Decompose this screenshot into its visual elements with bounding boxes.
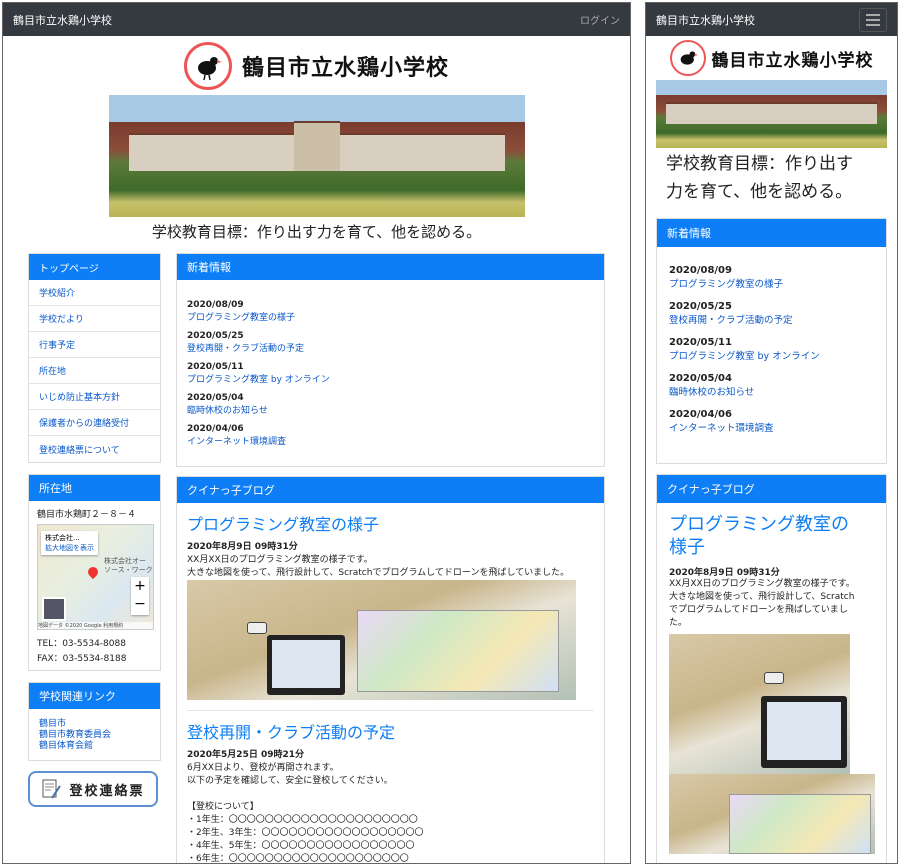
tel: TEL：03-5534-8088 (37, 639, 126, 649)
login-link[interactable]: ログイン (580, 12, 620, 27)
attendance-form-label: 登校連絡票 (69, 783, 145, 799)
news-item: 2020/05/04 臨時休校のお知らせ (669, 373, 755, 398)
location-title: 所在地 (29, 475, 160, 501)
news-item: 2020/05/25 登校再開・クラブ活動の予定 (187, 331, 305, 354)
post-body: XX月XX日のプログラミング教室の様子です。 大きな地図を使って、飛行設計して、… (669, 579, 855, 628)
form-pencil-icon (42, 779, 62, 799)
news-item: 2020/08/09 プログラミング教室の様子 (669, 265, 784, 290)
link-gym[interactable]: 鶴目体育会館 (39, 741, 150, 752)
bird-logo-icon (669, 40, 706, 76)
post-body: 大きな地図を使って、飛行設計して、Scratchでプログラムしてドローンを飛ばし… (187, 568, 570, 578)
site-logo[interactable]: 鶴目市立水鶏小学校 (3, 41, 630, 91)
nav-card: トップページ 学校紹介 学校だより 行事予定 所在地 いじめ防止基本方針 保護者… (28, 253, 161, 463)
site-logo[interactable]: 鶴目市立水鶏小学校 (646, 40, 897, 76)
post-title[interactable]: 登校再開・クラブ活動の予定 (187, 719, 594, 743)
google-map[interactable]: 株式会社... 拡大地図を表示 株式会社オー ソース・ワーク + − 地図データ … (37, 524, 154, 630)
news-card: 新着情報 2020/08/09 プログラミング教室の様子 2020/05/25 登校… (656, 218, 887, 464)
map-zoom-controls: + − (131, 577, 149, 615)
desktop-view: 鶴目市立水鶏小学校 ログイン 鶴目市立水鶏小学校 学校教育目標：作り出す力を育て… (2, 2, 631, 864)
news-list: 2020/08/09 プログラミング教室の様子 2020/05/25 登校再開・クラ… (657, 247, 886, 445)
navbar: 鶴目市立水鶏小学校 ログイン (3, 3, 630, 36)
links-card: 学校関連リンク 鶴目市 鶴目市教育委員会 鶴目体育会館 (28, 682, 161, 761)
location-card: 所在地 鶴目市水鶏町２－８－４ 株式会社... 拡大地図を表示 株式会社オー ソー… (28, 474, 161, 671)
blog-card: クイナっ子ブログ プログラミング教室の様子 2020年8月9日 09時31分 X… (176, 476, 605, 864)
fax: FAX：03-5534-8188 (37, 654, 127, 664)
attendance-form-button[interactable]: 登校連絡票 (28, 771, 158, 807)
map-popup-title: 株式会社... (45, 534, 80, 542)
post-line: ・6年生：〇〇〇〇〇〇〇〇〇〇〇〇〇〇〇〇〇〇〇〇 (187, 854, 409, 864)
post-line: ・4年生、5年生：〇〇〇〇〇〇〇〇〇〇〇〇〇〇〇〇〇 (187, 841, 415, 851)
post-body: 以下の予定を確認して、安全に登校してください。 (187, 776, 393, 786)
news-list: 2020/08/09 プログラミング教室の様子 2020/05/25 登校再開・クラ… (177, 280, 604, 455)
nav-item-events[interactable]: 行事予定 (29, 332, 160, 358)
post-date: 2020年8月9日 09時31分 (187, 542, 298, 552)
nav-item-school-intro[interactable]: 学校紹介 (29, 280, 160, 306)
map-credit: 地図データ ©2020 Google 利用規約 (38, 622, 153, 629)
site-name[interactable]: 鶴目市立水鶏小学校 (656, 12, 755, 28)
post-body: XX月XX日のプログラミング教室の様子です。 (187, 555, 373, 565)
post-line: ・1年生：〇〇〇〇〇〇〇〇〇〇〇〇〇〇〇〇〇〇〇〇〇 (187, 815, 418, 825)
news-item: 2020/04/06 インターネット環境調査 (669, 409, 774, 434)
post-date: 2020年5月25日 09時21分 (187, 750, 305, 760)
school-photo (108, 95, 525, 217)
bird-logo-icon (183, 42, 232, 90)
nav-item-location[interactable]: 所在地 (29, 358, 160, 384)
link-board-of-education[interactable]: 鶴目市教育委員会 (39, 730, 150, 741)
school-goal: 学校教育目標：作り出す 力を育て、他を認める。 (666, 154, 853, 202)
post-title[interactable]: プログラミング教室の 様子 (669, 513, 874, 559)
programming-class-photo (669, 774, 875, 854)
map-satellite-toggle[interactable] (42, 597, 66, 621)
menu-toggle-icon[interactable] (859, 7, 887, 32)
navbar: 鶴目市立水鶏小学校 (646, 3, 897, 36)
nav-item-bullying-policy[interactable]: いじめ防止基本方針 (29, 384, 160, 410)
nav-item-parent-contact[interactable]: 保護者からの連絡受付 (29, 410, 160, 436)
news-item: 2020/05/04 臨時休校のお知らせ (187, 393, 268, 416)
news-item: 2020/04/06 インターネット環境調査 (187, 424, 287, 447)
sidebar: トップページ 学校紹介 学校だより 行事予定 所在地 いじめ防止基本方針 保護者… (28, 253, 161, 807)
post-title[interactable]: プログラミング教室の様子 (187, 511, 594, 535)
blog-title: クイナっ子ブログ (177, 477, 604, 503)
school-goal: 学校教育目標：作り出す力を育て、他を認める。 (151, 223, 482, 241)
news-card: 新着情報 2020/08/09 プログラミング教室の様子 2020/05/25 登校… (176, 253, 605, 467)
link-city[interactable]: 鶴目市 (39, 719, 150, 730)
main-content: 新着情報 2020/08/09 プログラミング教室の様子 2020/05/25 登校… (176, 253, 605, 864)
address: 鶴目市水鶏町２－８－４ (37, 510, 137, 520)
nav-title[interactable]: トップページ (29, 254, 160, 280)
post-section: 【登校について】 (187, 802, 259, 812)
links-title: 学校関連リンク (29, 683, 160, 709)
school-photo (656, 80, 887, 148)
map-pin-icon (85, 564, 101, 580)
news-item: 2020/05/11 プログラミング教室 by オンライン (187, 362, 330, 385)
blog-card: クイナっ子ブログ プログラミング教室の 様子 2020年8月9日 09時31分 … (656, 474, 887, 863)
news-item: 2020/05/25 登校再開・クラブ活動の予定 (669, 301, 793, 326)
logo-title: 鶴目市立水鶏小学校 (711, 50, 874, 71)
news-item: 2020/08/09 プログラミング教室の様子 (187, 300, 296, 323)
news-title: 新着情報 (657, 219, 886, 247)
mobile-view: 鶴目市立水鶏小学校 鶴目市立水鶏小学校 学校教育目標：作り出す 力を育て、他を認… (645, 2, 898, 864)
site-name[interactable]: 鶴目市立水鶏小学校 (13, 12, 112, 28)
blog-title: クイナっ子ブログ (657, 475, 886, 503)
nav-item-attendance-form[interactable]: 登校連絡票について (29, 436, 160, 462)
zoom-in-icon[interactable]: + (131, 577, 149, 595)
drone-laptop-photo (669, 634, 850, 774)
news-item: 2020/05/11 プログラミング教室 by オンライン (669, 337, 820, 362)
post-line: ・2年生、3年生：〇〇〇〇〇〇〇〇〇〇〇〇〇〇〇〇〇〇 (187, 828, 424, 838)
programming-class-photo (187, 580, 576, 700)
post-body: 6月XX日より、登校が再開されます。 (187, 763, 339, 773)
news-title: 新着情報 (177, 254, 604, 280)
map-popup: 株式会社... 拡大地図を表示 (41, 531, 98, 555)
post-date: 2020年8月9日 09時31分 (669, 568, 780, 578)
zoom-out-icon[interactable]: − (131, 595, 149, 613)
map-place-label: 株式会社オー ソース・ワーク (104, 557, 153, 574)
nav-item-newsletter[interactable]: 学校だより (29, 306, 160, 332)
logo-title: 鶴目市立水鶏小学校 (241, 56, 449, 81)
map-popup-link[interactable]: 拡大地図を表示 (45, 543, 94, 553)
